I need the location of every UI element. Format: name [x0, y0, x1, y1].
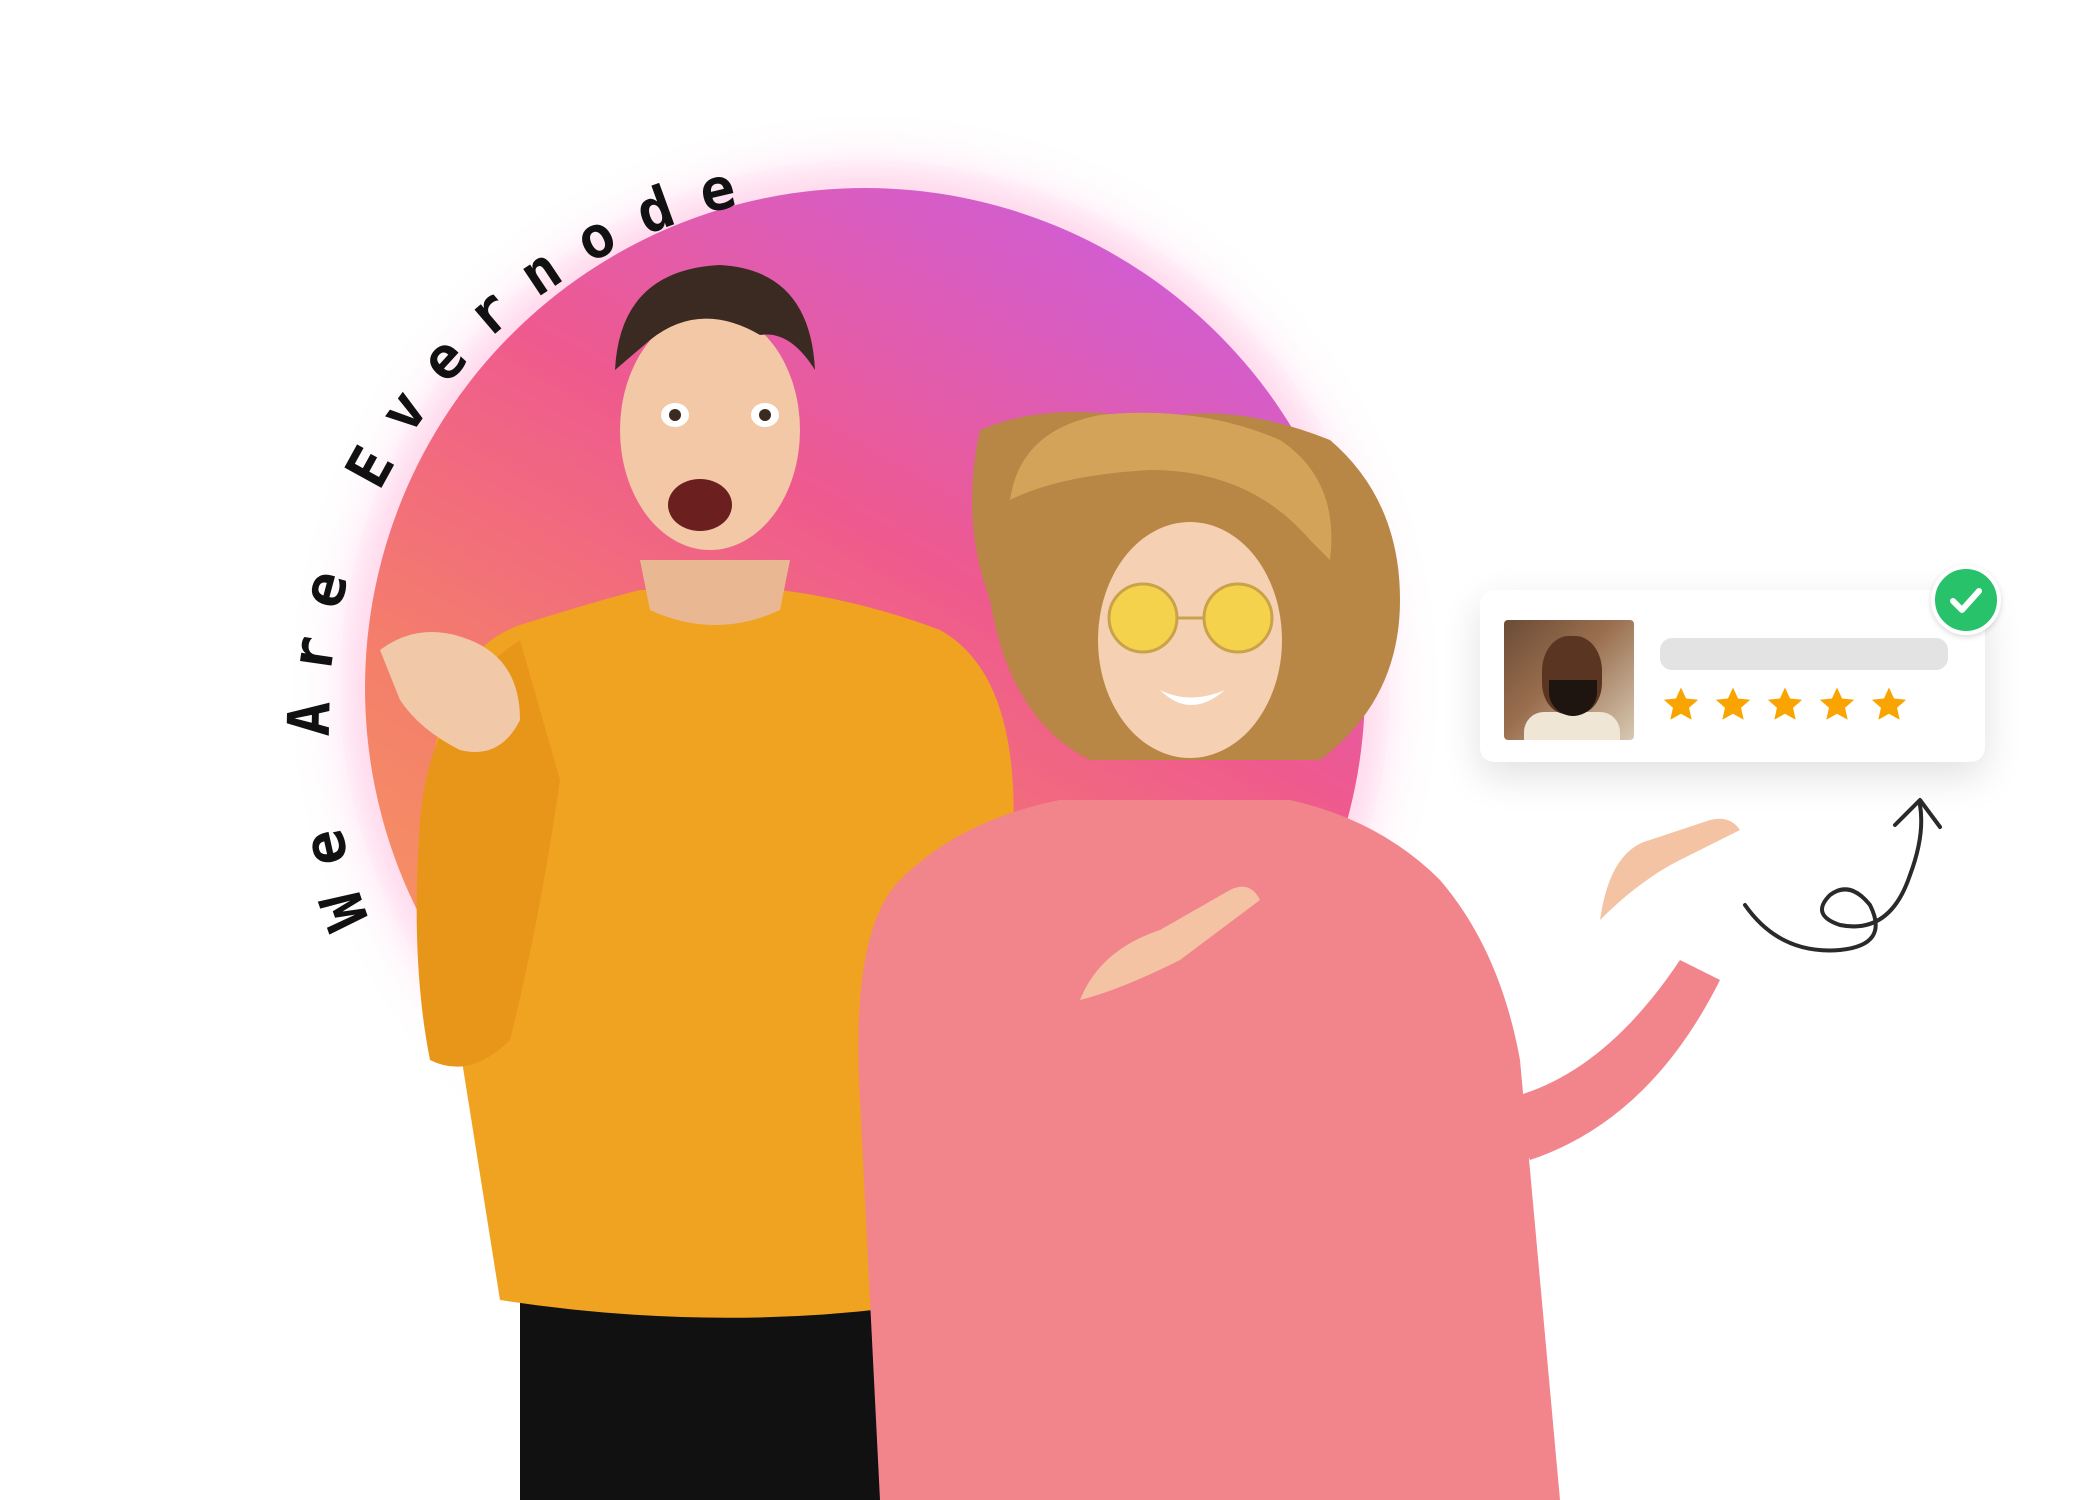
star-icon — [1663, 687, 1699, 720]
star-rating — [1660, 684, 1910, 726]
reviewer-name-placeholder — [1660, 638, 1948, 670]
swirl-arrow-icon — [1743, 798, 1942, 953]
star-icon — [1715, 687, 1751, 720]
check-icon — [1950, 588, 1982, 613]
reviewer-avatar — [1504, 620, 1634, 740]
star-icon — [1819, 687, 1855, 720]
verified-badge — [1931, 565, 2001, 635]
hero-graphic: We Are Evernode Labs — [0, 0, 2100, 1500]
star-icon — [1767, 687, 1803, 720]
star-icon — [1871, 687, 1907, 720]
review-card — [1480, 590, 1985, 762]
